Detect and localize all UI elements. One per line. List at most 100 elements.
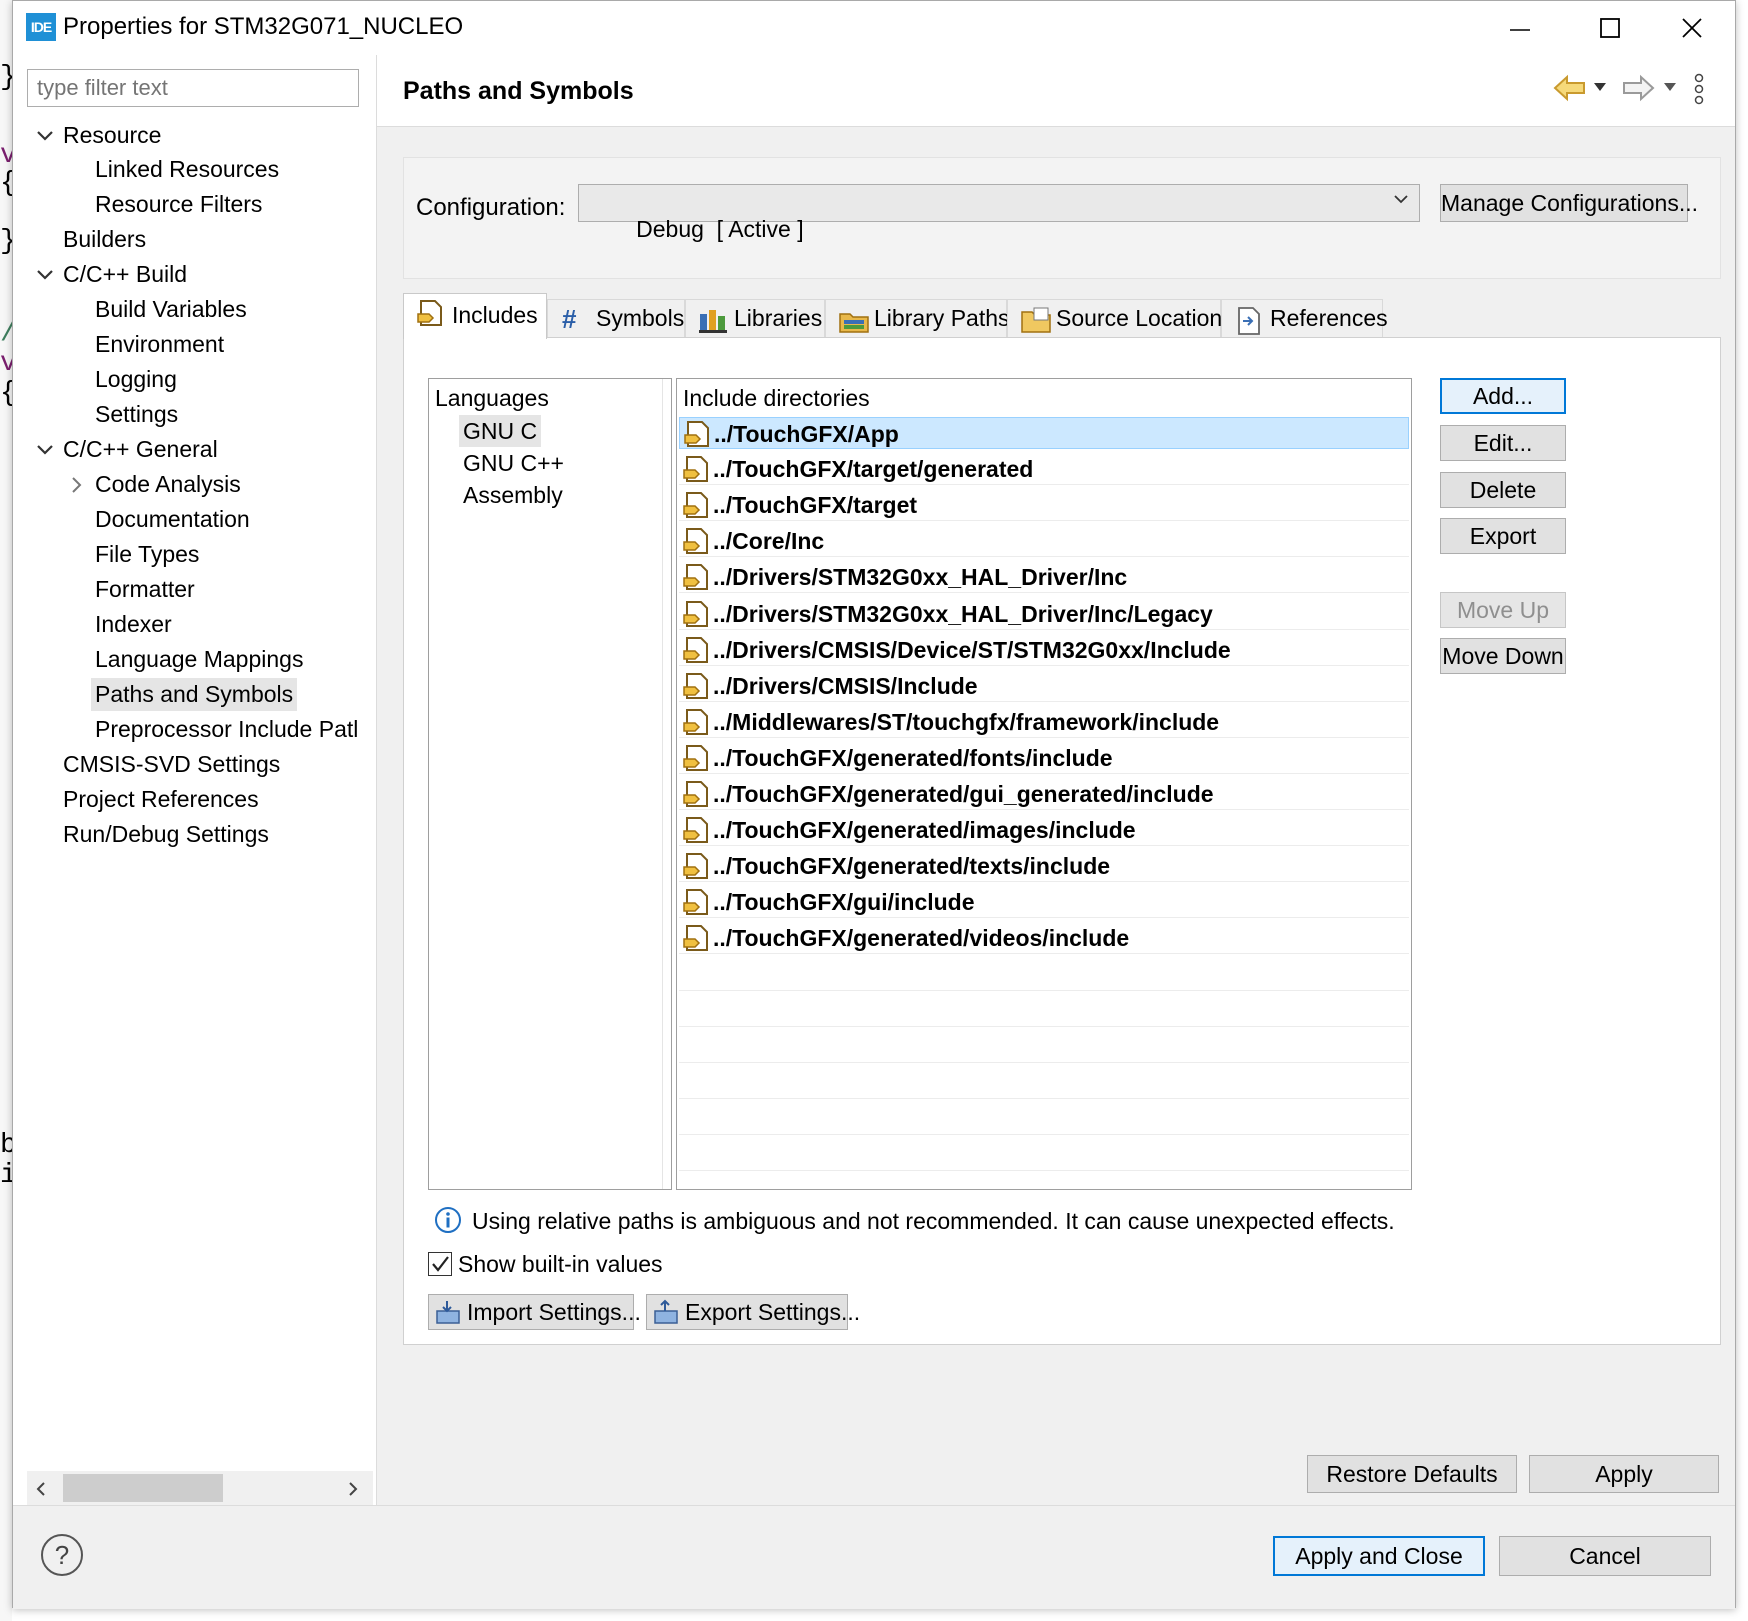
languages-list[interactable]: Languages GNU C GNU C++ Assembly <box>428 378 672 1190</box>
apply-and-close-button[interactable]: Apply and Close <box>1273 1536 1485 1576</box>
tree-item-file-types[interactable]: File Types <box>95 538 199 571</box>
include-directory-row[interactable]: ../TouchGFX/generated/texts/include <box>679 850 1409 883</box>
include-folder-icon <box>683 925 708 952</box>
manage-configurations-button[interactable]: Manage Configurations... <box>1440 184 1698 222</box>
include-directory-row[interactable]: ../TouchGFX/generated/fonts/include <box>679 742 1409 774</box>
collapse-arrow-icon[interactable] <box>35 433 55 466</box>
tab-source-location[interactable]: Source Location <box>1007 299 1222 337</box>
empty-row <box>679 959 1409 991</box>
tab-includes[interactable]: Includes <box>403 293 547 339</box>
scroll-right-icon[interactable] <box>347 1481 359 1497</box>
configuration-select[interactable]: Debug [ Active ] <box>578 184 1420 242</box>
import-settings-button[interactable]: Import Settings... <box>428 1294 641 1330</box>
show-builtin-label: Show built-in values <box>458 1251 663 1277</box>
restore-defaults-button[interactable]: Restore Defaults <box>1307 1455 1517 1493</box>
include-directory-row[interactable]: ../TouchGFX/gui/include <box>679 886 1409 919</box>
tree-item-build-variables[interactable]: Build Variables <box>95 293 247 326</box>
include-directories-list[interactable]: Include directories ../TouchGFX/App ../To… <box>676 378 1412 1190</box>
include-folder-icon <box>683 636 708 663</box>
close-button[interactable] <box>1649 1 1735 55</box>
include-folder-icon <box>683 492 708 519</box>
include-directory-row[interactable]: ../TouchGFX/generated/images/include <box>679 814 1409 847</box>
tree-item-project-references[interactable]: Project References <box>63 783 259 816</box>
add-button[interactable]: Add... <box>1440 378 1566 414</box>
empty-row <box>679 1139 1409 1171</box>
delete-button[interactable]: Delete <box>1440 472 1566 508</box>
tree-item-builders[interactable]: Builders <box>63 223 146 256</box>
include-directory-row[interactable]: ../TouchGFX/App <box>679 417 1409 449</box>
include-directory-row[interactable]: ../Drivers/CMSIS/Device/ST/STM32G0xx/Inc… <box>679 634 1409 666</box>
tree-item-settings[interactable]: Settings <box>95 398 178 431</box>
tree-item-language-mappings[interactable]: Language Mappings <box>95 643 303 676</box>
export-button[interactable]: Export <box>1440 518 1566 554</box>
tab-libraries[interactable]: Libraries <box>685 299 825 337</box>
expand-arrow-icon[interactable] <box>67 468 87 501</box>
tree-item-paths-and-symbols[interactable]: Paths and Symbols <box>91 678 298 711</box>
close-icon <box>1682 18 1702 38</box>
include-directory-path: ../Drivers/STM32G0xx_HAL_Driver/Inc/Lega… <box>713 600 1213 627</box>
move-down-button[interactable]: Move Down <box>1440 638 1566 674</box>
tab-library-paths[interactable]: Library Paths <box>825 299 1010 337</box>
tree-item-linked-resources[interactable]: Linked Resources <box>95 153 279 186</box>
back-arrow-icon[interactable] <box>1553 73 1587 103</box>
include-directory-row[interactable]: ../TouchGFX/generated/videos/include <box>679 922 1409 955</box>
show-builtin-checkbox[interactable] <box>428 1252 452 1276</box>
collapse-arrow-icon[interactable] <box>35 258 55 291</box>
include-folder-icon <box>683 672 708 699</box>
move-up-button[interactable]: Move Up <box>1440 592 1566 628</box>
tab-label: Library Paths <box>874 305 1010 331</box>
collapse-arrow-icon[interactable] <box>35 119 55 152</box>
include-folder-icon <box>683 528 708 555</box>
help-icon[interactable]: ? <box>41 1534 83 1576</box>
tree-item-preprocessor-include-paths[interactable]: Preprocessor Include Patl <box>95 713 375 746</box>
cancel-button[interactable]: Cancel <box>1499 1536 1711 1576</box>
edit-button[interactable]: Edit... <box>1440 425 1566 461</box>
language-item-gnu-cpp[interactable]: GNU C++ <box>459 447 568 479</box>
include-directory-row[interactable]: ../Middlewares/ST/touchgfx/framework/inc… <box>679 706 1409 738</box>
export-settings-button[interactable]: Export Settings... <box>646 1294 860 1330</box>
include-directory-row[interactable]: ../TouchGFX/target/generated <box>679 453 1409 486</box>
language-item-gnu-c[interactable]: GNU C <box>459 415 542 447</box>
maximize-button[interactable] <box>1567 1 1653 55</box>
back-dropdown-icon[interactable] <box>1593 81 1607 93</box>
apply-button[interactable]: Apply <box>1529 1455 1719 1493</box>
title-bar[interactable]: IDE Properties for STM32G071_NUCLEO <box>13 1 1735 55</box>
tree-item-environment[interactable]: Environment <box>95 328 224 361</box>
tree-item-indexer[interactable]: Indexer <box>95 608 172 641</box>
scroll-left-icon[interactable] <box>35 1481 47 1497</box>
tab-symbols[interactable]: # Symbols <box>547 299 685 337</box>
include-directory-row[interactable]: ../Drivers/CMSIS/Include <box>679 670 1409 702</box>
include-folder-icon <box>683 781 708 807</box>
include-directory-row[interactable]: ../TouchGFX/generated/gui_generated/incl… <box>679 778 1409 810</box>
tab-references[interactable]: References <box>1221 299 1388 337</box>
include-directory-row[interactable]: ../Core/Inc <box>679 525 1409 558</box>
configuration-group: Configuration: Debug [ Active ] Manage C… <box>403 157 1721 279</box>
properties-dialog: IDE Properties for STM32G071_NUCLEO Reso… <box>12 0 1736 1609</box>
page-header: Paths and Symbols <box>377 55 1735 127</box>
tree-item-formatter[interactable]: Formatter <box>95 573 195 606</box>
forward-dropdown-icon[interactable] <box>1663 81 1677 93</box>
background-editor: } v { } / v { b i <box>0 0 17 1621</box>
tree-item-code-analysis[interactable]: Code Analysis <box>95 468 241 501</box>
include-directory-path: ../Drivers/CMSIS/Device/ST/STM32G0xx/Inc… <box>713 636 1231 663</box>
tree-item-cpp-build[interactable]: C/C++ Build <box>63 258 187 291</box>
include-directory-row[interactable]: ../Drivers/STM32G0xx_HAL_Driver/Inc <box>679 561 1409 594</box>
info-message: Using relative paths is ambiguous and no… <box>472 1208 1395 1234</box>
tree-item-resource-filters[interactable]: Resource Filters <box>95 188 262 221</box>
horizontal-scrollbar[interactable] <box>27 1471 373 1505</box>
tree-item-run-debug-settings[interactable]: Run/Debug Settings <box>63 818 269 851</box>
tree-item-logging[interactable]: Logging <box>95 363 177 396</box>
tree-item-cmsis-svd-settings[interactable]: CMSIS-SVD Settings <box>63 748 280 781</box>
language-item-assembly[interactable]: Assembly <box>459 479 567 511</box>
more-options-icon[interactable] <box>1693 73 1705 105</box>
forward-arrow-icon[interactable] <box>1621 73 1655 103</box>
tree-item-documentation[interactable]: Documentation <box>95 503 250 536</box>
include-directory-row[interactable]: ../Drivers/STM32G0xx_HAL_Driver/Inc/Lega… <box>679 598 1409 630</box>
filter-input[interactable] <box>27 69 359 107</box>
include-directory-row[interactable]: ../TouchGFX/target <box>679 489 1409 522</box>
tree-item-resource[interactable]: Resource <box>63 119 161 152</box>
scrollbar-thumb[interactable] <box>63 1474 223 1502</box>
checkmark-icon <box>432 1256 449 1272</box>
minimize-button[interactable] <box>1477 1 1563 55</box>
tree-item-cpp-general[interactable]: C/C++ General <box>63 433 218 466</box>
